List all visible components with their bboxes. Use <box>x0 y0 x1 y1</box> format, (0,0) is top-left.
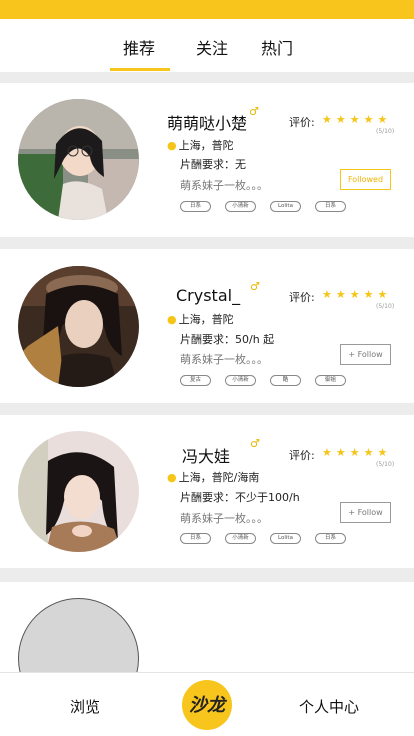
style-tag[interactable]: 日系 <box>180 533 211 544</box>
rating-label: 评价: <box>289 449 315 462</box>
male-icon: ♂ <box>250 280 260 293</box>
follow-button[interactable]: + Follow <box>340 344 391 365</box>
profile-card[interactable]: 冯大娃 ♂ 评价: ★★★★★ (5/10) ● 上海，普陀/海南 片酬要求：不少… <box>0 415 414 568</box>
nav-profile-center[interactable]: 个人中心 <box>299 696 359 717</box>
style-tag[interactable]: Lolita <box>270 533 301 544</box>
style-tag[interactable]: 小清新 <box>225 201 256 212</box>
rating-score: (5/10) <box>376 128 395 135</box>
style-tag[interactable]: Lolita <box>270 201 301 212</box>
style-tag[interactable]: 小清新 <box>225 533 256 544</box>
tag-list: 日系 小清新 Lolita 日系 <box>180 201 346 212</box>
style-tag[interactable]: 日系 <box>315 533 346 544</box>
status-bar <box>0 0 414 19</box>
avatar[interactable] <box>18 99 139 220</box>
tag-list: 日系 小清新 Lolita 日系 <box>180 533 346 544</box>
nav-browse[interactable]: 浏览 <box>70 696 100 717</box>
active-tab-indicator <box>110 68 170 71</box>
style-tag[interactable]: 酷 <box>270 375 301 386</box>
profile-card[interactable]: Crystal_ ♂ 评价: ★★★★★ (5/10) ● 上海，普陀 片酬要求：… <box>0 249 414 403</box>
bio: 萌系妹子一枚。。。 <box>180 179 268 192</box>
location: ● 上海，普陀 <box>167 137 234 153</box>
profile-name: 冯大娃 <box>182 447 231 466</box>
style-tag[interactable]: 御姐 <box>315 375 346 386</box>
profile-card[interactable]: 萌萌哒小楚 ♂ 评价: ★★★★★ (5/10) ● 上海，普陀 片酬要求：无 萌… <box>0 83 414 237</box>
bio: 萌系妹子一枚。。。 <box>180 512 268 525</box>
bottom-navigation: 浏览 沙龙 个人中心 <box>0 672 414 736</box>
avatar[interactable] <box>18 266 139 387</box>
location: ● 上海，普陀 <box>167 311 234 327</box>
tab-recommend[interactable]: 推荐 <box>123 35 155 59</box>
tag-list: 复古 小清新 酷 御姐 <box>180 375 346 386</box>
location-text: 上海，普陀 <box>178 139 234 152</box>
rating-score: (5/10) <box>376 461 395 468</box>
location-pin-icon: ● <box>167 471 177 484</box>
bio: 萌系妹子一枚。。。 <box>180 353 268 366</box>
profile-name: 萌萌哒小楚 <box>167 114 248 133</box>
style-tag[interactable]: 日系 <box>180 201 211 212</box>
follow-button[interactable]: + Follow <box>340 502 391 523</box>
style-tag[interactable]: 日系 <box>315 201 346 212</box>
tab-following[interactable]: 关注 <box>196 35 228 59</box>
logo-text: 沙龙 <box>189 695 225 716</box>
male-icon: ♂ <box>249 105 259 118</box>
profile-name: Crystal_ <box>176 286 241 305</box>
location-pin-icon: ● <box>167 313 177 326</box>
style-tag[interactable]: 小清新 <box>225 375 256 386</box>
location: ● 上海，普陀/海南 <box>167 469 259 485</box>
rating-stars: ★★★★★ <box>322 113 392 126</box>
app-logo-button[interactable]: 沙龙 <box>182 680 232 730</box>
avatar[interactable] <box>18 431 139 552</box>
location-text: 上海，普陀 <box>178 313 234 326</box>
rating-label: 评价: <box>289 291 315 304</box>
avatar-placeholder[interactable] <box>18 598 139 672</box>
fee-requirement: 片酬要求：无 <box>180 158 246 171</box>
rating-stars: ★★★★★ <box>322 288 392 301</box>
male-icon: ♂ <box>250 437 260 450</box>
location-pin-icon: ● <box>167 139 177 152</box>
tab-bar: 推荐 关注 热门 <box>0 19 414 72</box>
fee-requirement: 片酬要求：不少于100/h <box>180 491 300 504</box>
follow-button[interactable]: Followed <box>340 169 391 190</box>
rating-stars: ★★★★★ <box>322 446 392 459</box>
rating-label: 评价: <box>289 116 315 129</box>
location-text: 上海，普陀/海南 <box>178 471 260 484</box>
fee-requirement: 片酬要求：50/h 起 <box>180 333 275 346</box>
profile-card[interactable] <box>0 582 414 672</box>
tab-popular[interactable]: 热门 <box>261 35 293 59</box>
rating-score: (5/10) <box>376 303 395 310</box>
style-tag[interactable]: 复古 <box>180 375 211 386</box>
